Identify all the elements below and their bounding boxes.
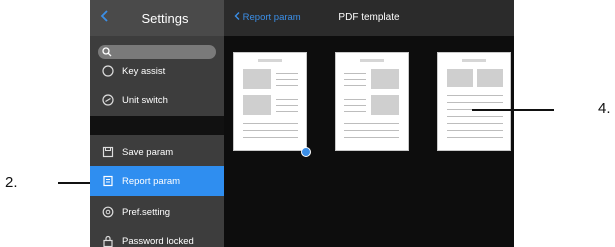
template-header-bar <box>462 59 486 62</box>
search-input[interactable] <box>98 45 216 59</box>
template-line <box>447 130 503 131</box>
sidebar-title: Settings <box>141 11 189 26</box>
template-image-block <box>243 95 271 115</box>
sidebar-item-label: Pref.setting <box>122 207 171 218</box>
settings-sidebar: Settings Key assist Unit switch Save par… <box>90 0 224 247</box>
template-image-block <box>447 69 473 87</box>
sidebar-item-password-locked[interactable]: Password locked <box>90 226 224 247</box>
template-line <box>344 137 399 138</box>
sidebar-item-label: Save param <box>122 147 174 158</box>
callout-label-4: 4. <box>598 100 611 117</box>
sidebar-item-pref-setting[interactable]: Pref.setting <box>90 197 224 227</box>
template-header-bar <box>360 59 384 62</box>
template-line <box>344 123 399 124</box>
template-line <box>344 130 399 131</box>
sidebar-item-label: Unit switch <box>122 95 168 106</box>
sidebar-item-unit-switch[interactable]: Unit switch <box>90 85 224 115</box>
template-line <box>276 111 298 112</box>
template-line <box>243 130 298 131</box>
callout-line-4 <box>472 109 554 111</box>
report-icon <box>102 175 114 187</box>
template-image-block <box>371 69 399 89</box>
selected-indicator-icon <box>301 147 311 157</box>
pdf-template-panel: Report param PDF template <box>224 0 514 247</box>
back-icon[interactable] <box>100 10 114 24</box>
save-icon <box>102 146 114 158</box>
template-line <box>447 102 503 103</box>
sidebar-header: Settings <box>90 0 224 36</box>
sidebar-item-label: Password locked <box>122 236 194 247</box>
template-line <box>447 95 503 96</box>
unit-icon <box>102 94 114 106</box>
template-thumbnail-2[interactable] <box>335 52 409 151</box>
template-thumbnail-1[interactable] <box>233 52 307 151</box>
search-icon <box>102 47 112 57</box>
template-line <box>276 105 298 106</box>
template-line <box>344 111 366 112</box>
template-line <box>243 137 298 138</box>
sidebar-item-label: Key assist <box>122 66 166 77</box>
panel-header: Report param PDF template <box>224 0 514 36</box>
template-line <box>344 99 366 100</box>
template-line <box>276 73 298 74</box>
template-image-block <box>243 69 271 89</box>
template-line <box>344 105 366 106</box>
template-image-block <box>477 69 503 87</box>
template-line <box>243 123 298 124</box>
template-line <box>344 73 366 74</box>
template-line <box>344 85 366 86</box>
callout-label-2: 2. <box>5 174 18 191</box>
template-image-block <box>371 95 399 115</box>
sidebar-divider <box>90 116 224 135</box>
template-thumbnail-3[interactable] <box>437 52 511 151</box>
sidebar-item-key-assist[interactable]: Key assist <box>90 62 224 78</box>
template-line <box>276 99 298 100</box>
lock-icon <box>102 235 114 247</box>
template-line <box>447 116 503 117</box>
sidebar-item-save-param[interactable]: Save param <box>90 137 224 167</box>
page-title: PDF template <box>338 12 400 23</box>
template-line <box>447 137 503 138</box>
template-line <box>447 123 503 124</box>
template-header-bar <box>258 59 282 62</box>
template-line <box>344 79 366 80</box>
template-line <box>276 79 298 80</box>
sidebar-item-report-param[interactable]: Report param <box>90 166 224 196</box>
sidebar-item-label: Report param <box>122 176 181 187</box>
settings-icon <box>102 206 114 218</box>
key-icon <box>102 65 114 77</box>
template-line <box>276 85 298 86</box>
